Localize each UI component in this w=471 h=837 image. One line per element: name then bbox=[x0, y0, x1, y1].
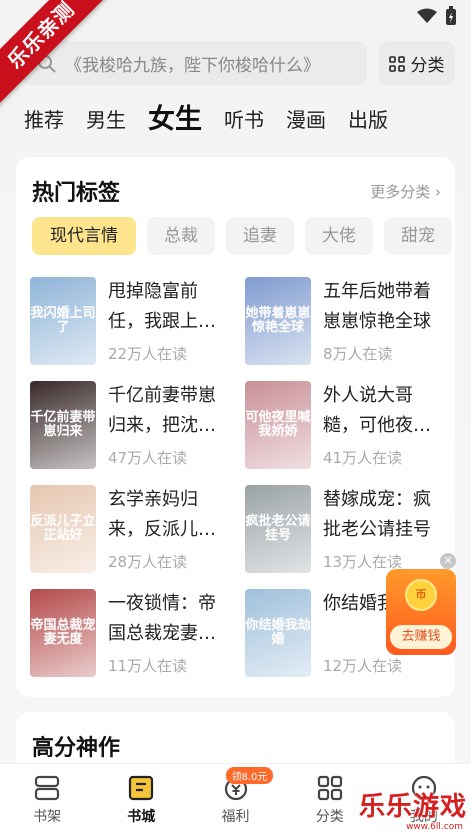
search-placeholder: 《我梭哈九族，陛下你梭哈什么》 bbox=[65, 56, 320, 76]
battery-icon bbox=[446, 6, 456, 25]
book-readers: 12万人在读 bbox=[323, 657, 403, 675]
grid-icon bbox=[388, 55, 405, 72]
close-icon[interactable]: ✕ bbox=[440, 553, 456, 569]
book-cover-text: 帝国总裁宠妻无度 bbox=[30, 618, 96, 647]
book-title: 甩掉隐富前任，我跟上… bbox=[108, 281, 216, 332]
category-button-label: 分类 bbox=[410, 56, 445, 76]
tab-recommend[interactable]: 推荐 bbox=[24, 100, 64, 140]
book-item[interactable]: 千亿前妻带崽归来 千亿前妻带崽归来，把沈… 47万人在读 bbox=[30, 381, 230, 471]
book-cover-text: 疯批老公请挂号 bbox=[245, 514, 311, 543]
book-readers: 28万人在读 bbox=[108, 553, 188, 571]
book-cover: 千亿前妻带崽归来 bbox=[30, 381, 96, 469]
site-watermark: 乐乐游戏 bbox=[358, 792, 467, 822]
category-icon bbox=[317, 775, 342, 801]
site-watermark-url: www.6ll.com bbox=[406, 822, 463, 832]
book-cover: 我闪婚上司了 bbox=[30, 277, 96, 365]
bottom-nav-label: 书架 bbox=[33, 809, 62, 825]
chip-modern-romance[interactable]: 现代言情 bbox=[32, 217, 136, 255]
hot-tags-title: 热门标签 bbox=[32, 181, 121, 206]
book-cover: 你结婚我劫婚 bbox=[245, 589, 311, 677]
wifi-icon bbox=[417, 8, 437, 23]
bottom-nav-label: 福利 bbox=[221, 809, 250, 825]
chip-boss[interactable]: 大佬 bbox=[305, 217, 373, 255]
tab-male[interactable]: 男生 bbox=[86, 100, 126, 140]
book-readers: 41万人在读 bbox=[323, 449, 403, 467]
book-cover-text: 我闪婚上司了 bbox=[30, 306, 96, 335]
book-title: 玄学亲妈归来，反派儿… bbox=[108, 489, 216, 540]
more-categories-link[interactable]: 更多分类 › bbox=[370, 181, 441, 202]
book-cover: 疯批老公请挂号 bbox=[245, 485, 311, 573]
book-item[interactable]: 她带着崽崽惊艳全球 五年后她带着崽崽惊艳全球 8万人在读 bbox=[245, 277, 445, 367]
bookstore-icon bbox=[129, 775, 154, 801]
bottom-nav-label: 书城 bbox=[127, 809, 156, 825]
book-title: 千亿前妻带崽归来，把沈… bbox=[108, 385, 216, 436]
chip-chase-wife[interactable]: 追妻 bbox=[226, 217, 294, 255]
book-cover-text: 反派儿子立正站好 bbox=[30, 514, 96, 543]
chip-sweet-pet[interactable]: 甜宠 bbox=[384, 217, 452, 255]
tab-comics[interactable]: 漫画 bbox=[286, 100, 326, 140]
book-cover-text: 你结婚我劫婚 bbox=[245, 618, 311, 647]
book-item[interactable]: 帝国总裁宠妻无度 一夜锁情：帝国总裁宠妻… 11万人在读 bbox=[30, 589, 230, 679]
category-button[interactable]: 分类 bbox=[378, 41, 455, 86]
bottom-nav-bookshelf[interactable]: 书架 bbox=[0, 764, 94, 837]
tab-female[interactable]: 女生 bbox=[148, 100, 202, 140]
coin-icon: 币 bbox=[405, 579, 437, 611]
bookshelf-icon bbox=[34, 775, 60, 801]
book-cover: 反派儿子立正站好 bbox=[30, 485, 96, 573]
book-readers: 22万人在读 bbox=[108, 345, 188, 363]
bottom-nav-welfare[interactable]: 领8.0元 福利 bbox=[188, 764, 282, 837]
book-cover: 帝国总裁宠妻无度 bbox=[30, 589, 96, 677]
bottom-nav-label: 分类 bbox=[315, 809, 344, 825]
book-title: 五年后她带着崽崽惊艳全球 bbox=[323, 281, 431, 332]
book-item[interactable]: 我闪婚上司了 甩掉隐富前任，我跟上… 22万人在读 bbox=[30, 277, 230, 367]
bottom-nav-bookstore[interactable]: 书城 bbox=[94, 764, 188, 837]
book-title: 替嫁成宠：疯批老公请挂号 bbox=[323, 489, 431, 540]
book-readers: 8万人在读 bbox=[323, 345, 393, 363]
book-readers: 47万人在读 bbox=[108, 449, 188, 467]
earn-money-label: 去赚钱 bbox=[390, 625, 452, 649]
book-cover-text: 她带着崽崽惊艳全球 bbox=[245, 306, 311, 335]
channel-tabs: 推荐 男生 女生 听书 漫画 出版 bbox=[24, 100, 410, 140]
book-cover-text: 千亿前妻带崽归来 bbox=[30, 410, 96, 439]
tab-publishing[interactable]: 出版 bbox=[348, 100, 388, 140]
tag-chips: 现代言情 总裁 追妻 大佬 甜宠 bbox=[32, 217, 455, 255]
book-item[interactable]: 反派儿子立正站好 玄学亲妈归来，反派儿… 28万人在读 bbox=[30, 485, 230, 575]
earn-money-floating-widget[interactable]: ✕ 币 去赚钱 bbox=[386, 553, 456, 658]
search-bar[interactable]: 《我梭哈九族，陛下你梭哈什么》 bbox=[23, 41, 367, 86]
book-title: 外人说大哥糙，可他夜… bbox=[323, 385, 431, 436]
book-readers: 11万人在读 bbox=[108, 657, 188, 675]
chip-ceo[interactable]: 总裁 bbox=[147, 217, 215, 255]
book-item[interactable]: 可他夜里喊我娇娇 外人说大哥糙，可他夜… 41万人在读 bbox=[245, 381, 445, 471]
book-cover: 可他夜里喊我娇娇 bbox=[245, 381, 311, 469]
welfare-badge: 领8.0元 bbox=[225, 767, 274, 784]
high-score-title: 高分神作 bbox=[32, 736, 121, 761]
book-title: 一夜锁情：帝国总裁宠妻… bbox=[108, 593, 216, 644]
promo-box[interactable]: 币 去赚钱 bbox=[386, 569, 456, 655]
book-cover: 她带着崽崽惊艳全球 bbox=[245, 277, 311, 365]
book-cover-text: 可他夜里喊我娇娇 bbox=[245, 410, 311, 439]
tab-audiobook[interactable]: 听书 bbox=[224, 100, 264, 140]
